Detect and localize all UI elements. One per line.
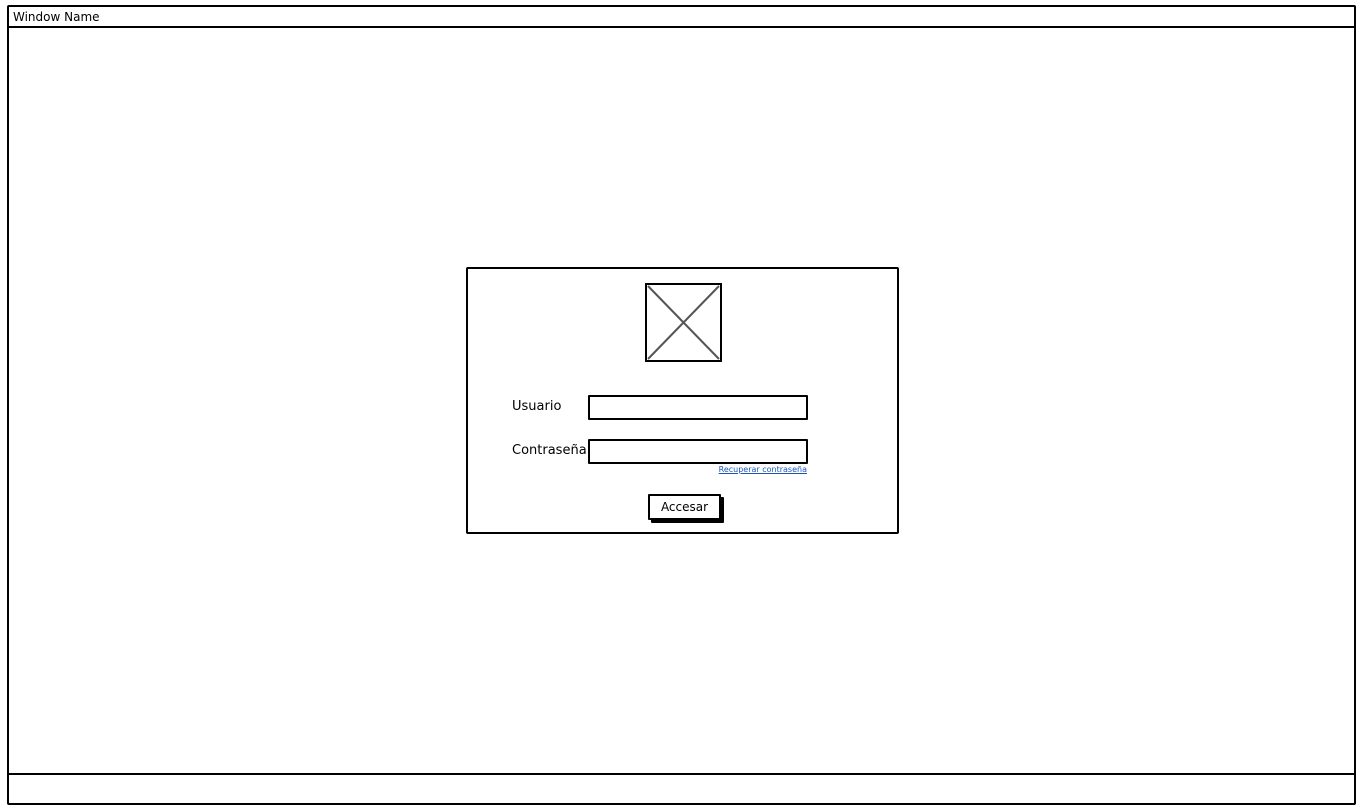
username-field[interactable]	[588, 395, 808, 420]
submit-button[interactable]: Accesar	[648, 494, 721, 520]
forgot-password-link[interactable]: Recuperar contraseña	[719, 465, 807, 474]
password-label: Contraseña	[512, 443, 587, 458]
window-statusbar	[9, 773, 1354, 775]
image-placeholder-icon	[645, 283, 722, 362]
login-panel: Usuario Contraseña Recuperar contraseña …	[466, 267, 899, 534]
window-titlebar: Window Name	[9, 7, 1354, 28]
username-label: Usuario	[512, 399, 562, 414]
window-title: Window Name	[13, 10, 100, 24]
password-field[interactable]	[588, 439, 808, 464]
